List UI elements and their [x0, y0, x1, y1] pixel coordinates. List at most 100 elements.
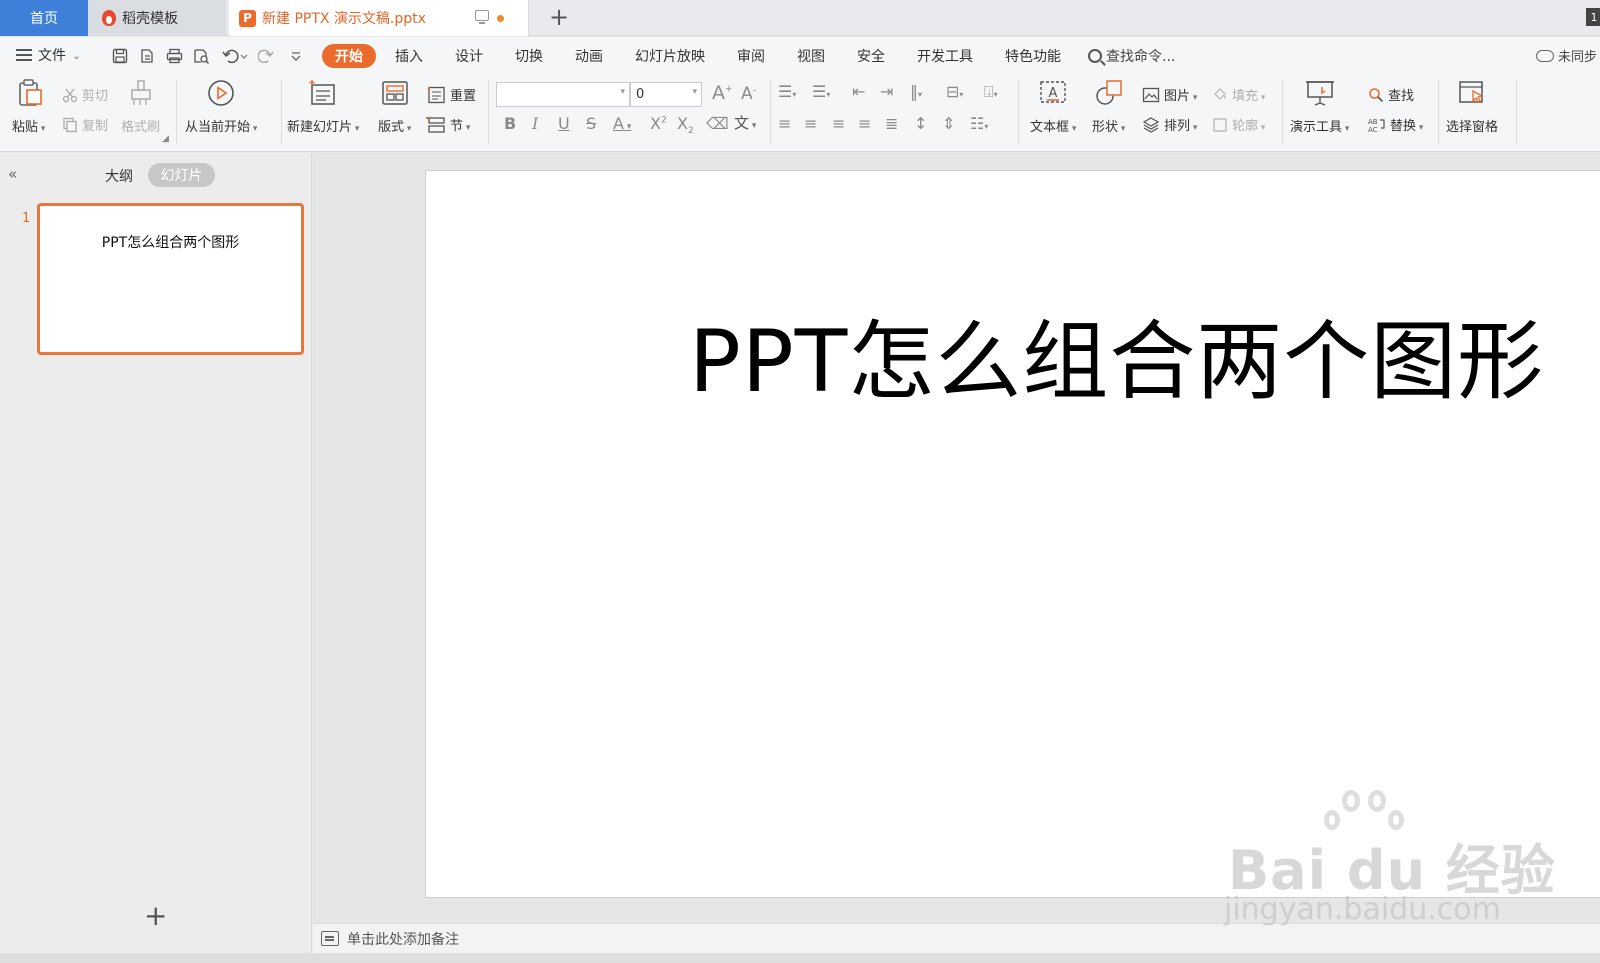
tab-transition[interactable]: 切换 — [502, 44, 556, 68]
paragraph-spacing-icon[interactable]: ⇕ — [942, 114, 955, 133]
tab-document-label: 新建 PPTX 演示文稿.pptx — [262, 11, 426, 27]
increase-indent-icon[interactable]: ⇥ — [880, 82, 893, 101]
align-left-icon[interactable]: ≡ — [778, 114, 791, 133]
superscript-icon[interactable]: X2 — [650, 114, 667, 133]
unsaved-dot-icon — [497, 15, 504, 22]
font-size-combo[interactable]: 0 ▾ — [630, 82, 702, 107]
decrease-indent-icon[interactable]: ⇤ — [852, 82, 865, 101]
tab-home[interactable]: 首页 — [0, 0, 88, 36]
tab-view[interactable]: 视图 — [784, 44, 838, 68]
ribbon-separator — [770, 80, 771, 144]
underline-icon[interactable]: U — [558, 114, 570, 133]
tab-review[interactable]: 审阅 — [724, 44, 778, 68]
font-color-icon[interactable]: A ▾ — [613, 114, 631, 133]
copy-label: 复制 — [82, 119, 109, 134]
paste-button[interactable]: 粘贴 ▾ — [12, 78, 45, 135]
tab-template[interactable]: 稻壳模板 — [88, 0, 226, 36]
replace-button[interactable]: AB AC 替换 ▾ — [1368, 115, 1424, 135]
tab-design[interactable]: 设计 — [442, 44, 496, 68]
phonetic-guide-icon[interactable]: 文 ▾ — [734, 112, 756, 133]
tab-special[interactable]: 特色功能 — [992, 44, 1074, 68]
bold-icon[interactable]: B — [504, 114, 516, 133]
line-spacing-icon[interactable]: ↕ — [914, 114, 927, 133]
copy-button[interactable]: 复制 — [62, 115, 108, 134]
ribbon-separator — [1282, 80, 1283, 144]
tab-start[interactable]: 开始 — [322, 44, 376, 68]
tab-security[interactable]: 安全 — [844, 44, 898, 68]
tab-outline[interactable]: 大纲 — [105, 166, 133, 186]
slide-thumbnail[interactable]: PPT怎么组合两个图形 — [37, 203, 304, 355]
italic-icon[interactable]: I — [532, 114, 538, 133]
layout-icon — [381, 81, 408, 105]
print-icon[interactable] — [164, 46, 184, 66]
export-pdf-icon[interactable] — [137, 46, 157, 66]
slide-title-text[interactable]: PPT怎么组合两个图形 — [689, 291, 1544, 416]
play-from-current-button[interactable]: 从当前开始 ▾ — [185, 78, 257, 135]
add-slide-button[interactable]: + — [144, 899, 167, 932]
customize-toolbar-icon[interactable] — [286, 46, 306, 66]
strikethrough-icon[interactable]: S — [586, 114, 596, 133]
presentation-tools-label: 演示工具 ▾ — [1290, 120, 1350, 135]
collapse-panel-icon[interactable]: « — [8, 165, 17, 183]
find-button[interactable]: 查找 — [1368, 85, 1414, 104]
tab-developer[interactable]: 开发工具 — [904, 44, 986, 68]
text-box-button[interactable]: A 文本框 ▾ — [1030, 78, 1076, 135]
tab-document[interactable]: P 新建 PPTX 演示文稿.pptx — [229, 0, 529, 36]
arrange-label: 排列 ▾ — [1164, 119, 1198, 134]
align-center-icon[interactable]: ≡ — [804, 114, 817, 133]
distribute-icon[interactable]: ≣ — [885, 114, 898, 133]
command-search[interactable]: 查找命令... — [1088, 46, 1175, 66]
layout-button[interactable]: 版式 ▾ — [378, 78, 411, 135]
text-direction-icon[interactable]: ⊟▾ — [946, 82, 963, 101]
subscript-icon[interactable]: X2 — [677, 114, 694, 136]
new-slide-button[interactable]: 新建幻灯片 ▾ — [287, 78, 359, 135]
format-painter-label: 格式刷 — [121, 120, 161, 135]
justify-icon[interactable]: ≡ — [858, 114, 871, 133]
arrange-button[interactable]: 排列 ▾ — [1142, 115, 1197, 134]
reset-button[interactable]: 重置 — [426, 85, 476, 104]
picture-button[interactable]: 图片 ▾ — [1142, 85, 1197, 104]
ribbon-tabs: 开始 插入 设计 切换 动画 幻灯片放映 审阅 视图 安全 开发工具 特色功能 — [322, 44, 1080, 68]
slide[interactable]: PPT怎么组合两个图形 — [425, 170, 1600, 898]
selection-pane-label: 选择窗格 — [1446, 120, 1499, 135]
sync-status[interactable]: 未同步 — [1536, 46, 1597, 65]
bullets-icon[interactable]: ☰▾ — [778, 82, 796, 101]
shape-button[interactable]: 形状 ▾ — [1092, 78, 1125, 135]
new-tab-button[interactable]: + — [546, 3, 572, 31]
cloud-icon — [1536, 49, 1554, 62]
align-text-icon[interactable]: ⍗▾ — [984, 82, 998, 102]
redo-icon[interactable] — [256, 46, 276, 66]
window-count-badge[interactable]: 1 — [1586, 8, 1600, 26]
outline-label: 轮廓 ▾ — [1232, 119, 1266, 134]
replace-label: 替换 ▾ — [1390, 119, 1424, 134]
file-menu-button[interactable]: 文件 ⌄ — [16, 45, 81, 65]
numbering-icon[interactable]: ☰▾ — [812, 82, 830, 101]
outline-button[interactable]: 轮廓 ▾ — [1212, 115, 1265, 134]
print-preview-icon[interactable] — [191, 46, 211, 66]
columns-icon[interactable]: ‖▾ — [910, 82, 922, 101]
selection-pane-button[interactable]: 选择窗格 — [1446, 78, 1498, 135]
undo-icon[interactable] — [220, 46, 250, 66]
clipboard-dialog-launcher-icon[interactable]: ◢ — [162, 134, 169, 144]
tab-insert[interactable]: 插入 — [382, 44, 436, 68]
tab-slides[interactable]: 幻灯片 — [148, 163, 215, 187]
clipboard-icon — [18, 79, 42, 106]
ppt-file-icon: P — [239, 9, 256, 27]
paragraph-settings-icon[interactable]: ☷▾ — [970, 114, 988, 133]
align-right-icon[interactable]: ≡ — [832, 114, 845, 133]
save-icon[interactable] — [110, 46, 130, 66]
fill-button[interactable]: 填充 ▾ — [1212, 85, 1265, 104]
monitor-icon[interactable] — [475, 10, 489, 24]
picture-label: 图片 ▾ — [1164, 89, 1198, 104]
decrease-font-icon[interactable]: A- — [741, 84, 756, 104]
increase-font-icon[interactable]: A+ — [712, 82, 733, 104]
presentation-tools-button[interactable]: 演示工具 ▾ — [1290, 78, 1349, 135]
cut-button[interactable]: 剪切 — [62, 85, 108, 104]
tab-slideshow[interactable]: 幻灯片放映 — [622, 44, 718, 68]
tab-animation[interactable]: 动画 — [562, 44, 616, 68]
section-button[interactable]: 节 ▾ — [426, 115, 470, 134]
format-painter-button[interactable]: 格式刷 — [121, 78, 160, 135]
clear-format-icon[interactable]: ⌫ — [706, 114, 729, 133]
font-name-combo[interactable]: ▾ — [496, 82, 630, 107]
selection-pane-icon — [1459, 81, 1484, 103]
